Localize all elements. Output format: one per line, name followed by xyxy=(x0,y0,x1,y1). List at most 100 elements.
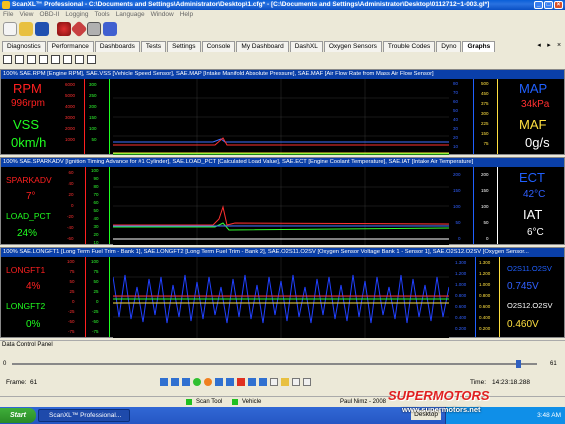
axis-tick-label: 75 xyxy=(93,269,99,274)
log-icon[interactable] xyxy=(103,22,117,36)
graph-add-icon[interactable] xyxy=(39,55,48,64)
loop-icon[interactable] xyxy=(248,378,256,386)
graph-properties-icon[interactable] xyxy=(87,55,96,64)
speed-icon[interactable] xyxy=(259,378,267,386)
axis-tick-label: 3000 xyxy=(65,115,76,120)
frame-slider-thumb[interactable] xyxy=(516,360,522,368)
tab-trouble-codes[interactable]: Trouble Codes xyxy=(382,41,436,52)
time-value: 14:23:18.288 xyxy=(492,379,530,386)
graph-3-plot[interactable] xyxy=(113,257,449,338)
frame-slider-track[interactable] xyxy=(12,363,537,365)
sparkadv-scale: 60 40 20 0 -20 -40 -60 xyxy=(67,167,74,244)
save-icon[interactable] xyxy=(35,22,49,36)
tab-close-icon[interactable]: × xyxy=(555,42,563,50)
app-icon xyxy=(2,1,10,9)
taskbar-item-scanxl[interactable]: ScanXL™ Professional... xyxy=(38,409,130,422)
ect-scale: 200 150 100 50 0 xyxy=(453,167,461,247)
graph-2-plot[interactable] xyxy=(113,167,449,245)
copy-icon[interactable] xyxy=(292,378,300,386)
graph-print-icon[interactable] xyxy=(27,55,36,64)
play-icon[interactable] xyxy=(193,378,201,386)
tab-scroll-right-icon[interactable]: ▸ xyxy=(545,42,553,50)
maximize-button[interactable]: □ xyxy=(544,1,553,9)
minimize-button[interactable]: _ xyxy=(534,1,543,9)
graph-pan-icon[interactable] xyxy=(75,55,84,64)
vss-scale: 300 250 200 150 100 50 xyxy=(89,79,97,145)
close-button[interactable]: × xyxy=(554,1,563,9)
axis-tick-label: 90 xyxy=(93,176,99,181)
rewind-icon[interactable] xyxy=(171,378,179,386)
tab-scroll-left-icon[interactable]: ◂ xyxy=(535,42,543,50)
step-forward-icon[interactable] xyxy=(215,378,223,386)
graph-open-icon[interactable] xyxy=(3,55,12,64)
menu-window[interactable]: Window xyxy=(151,10,174,20)
longft2-scale: 100 75 50 25 0 -25 -50 -75 xyxy=(91,257,99,337)
vss-value: 0km/h xyxy=(11,135,47,150)
axis-tick-label: 1.300 xyxy=(455,260,467,265)
info-icon[interactable] xyxy=(303,378,311,386)
axis-tick-label: 0.600 xyxy=(479,304,491,309)
axis-tick-label: 40 xyxy=(68,181,74,186)
axis-tick-label: 0 xyxy=(72,299,75,304)
tab-dashxl[interactable]: DashXL xyxy=(289,41,323,52)
axis-tick-label: -60 xyxy=(67,236,74,241)
stop-icon[interactable] xyxy=(237,378,245,386)
menu-language[interactable]: Language xyxy=(116,10,145,20)
axis-tick-label: 50 xyxy=(453,108,459,113)
menu-logging[interactable]: Logging xyxy=(65,10,88,20)
tab-diagnostics[interactable]: Diagnostics xyxy=(2,41,46,52)
axis-tick-label: 0 xyxy=(458,236,461,241)
axis-tick-label: 20 xyxy=(93,232,99,237)
axis-tick-label: -75 xyxy=(68,329,75,334)
connect-icon[interactable] xyxy=(57,22,71,36)
rpm-label: RPM xyxy=(13,81,42,96)
axis-tick-label: 0.400 xyxy=(479,315,491,320)
graph-remove-icon[interactable] xyxy=(51,55,60,64)
tab-dyno[interactable]: Dyno xyxy=(436,41,462,52)
export-icon[interactable] xyxy=(270,378,278,386)
graph-zoom-icon[interactable] xyxy=(63,55,72,64)
axis-tick-label: 70 xyxy=(93,192,99,197)
start-button[interactable]: Start xyxy=(0,408,36,423)
o2s11-label: O2S11.O2SV xyxy=(507,264,552,273)
last-frame-icon[interactable] xyxy=(226,378,234,386)
folder-icon[interactable] xyxy=(281,378,289,386)
menu-view[interactable]: View xyxy=(19,10,33,20)
tab-dashboards[interactable]: Dashboards xyxy=(94,41,140,52)
tab-oxygen-sensors[interactable]: Oxygen Sensors xyxy=(323,41,382,52)
menu-help[interactable]: Help xyxy=(180,10,193,20)
record-icon[interactable] xyxy=(204,378,212,386)
disconnect-icon[interactable] xyxy=(70,20,88,38)
time-label: Time: xyxy=(470,379,487,386)
slider-end-label: 61 xyxy=(550,361,557,367)
longft1-value: 4% xyxy=(26,281,41,292)
menu-file[interactable]: File xyxy=(3,10,13,20)
tab-tests[interactable]: Tests xyxy=(140,41,167,52)
graph-save-icon[interactable] xyxy=(15,55,24,64)
axis-tick-label: 25 xyxy=(69,289,75,294)
status-user: Paul Nimz - 2008 xyxy=(340,399,387,405)
tab-my-dashboard[interactable]: My Dashboard xyxy=(236,41,289,52)
axis-tick-label: 0.600 xyxy=(455,304,467,309)
menu-tools[interactable]: Tools xyxy=(94,10,109,20)
title-bar: ScanXL™ Professional - C:\Documents and … xyxy=(0,0,565,10)
menu-obd-ii[interactable]: OBD-II xyxy=(39,10,59,20)
open-folder-icon[interactable] xyxy=(19,22,33,36)
ect-value: 42°C xyxy=(523,189,546,200)
settings-icon[interactable] xyxy=(87,22,101,36)
tab-console[interactable]: Console xyxy=(201,41,236,52)
tab-performance[interactable]: Performance xyxy=(46,41,94,52)
axis-tick-label: 100 xyxy=(91,168,99,173)
tab-settings[interactable]: Settings xyxy=(167,41,201,52)
axis-tick-label: 80 xyxy=(453,81,459,86)
step-back-icon[interactable] xyxy=(182,378,190,386)
vss-label: VSS xyxy=(13,117,40,132)
graph-1-plot[interactable] xyxy=(113,79,449,155)
new-file-icon[interactable] xyxy=(3,22,17,36)
axis-tick-label: 250 xyxy=(89,93,97,98)
graph-panel-3: 100% SAE.LONGFT1 [Long Term Fuel Trim - … xyxy=(0,247,565,338)
graph-header: 100% SAE.SPARKADV [Ignition Timing Advan… xyxy=(1,158,564,167)
first-frame-icon[interactable] xyxy=(160,378,168,386)
tab-graphs[interactable]: Graphs xyxy=(462,41,496,52)
data-control-panel-title: Data Control Panel xyxy=(0,340,565,349)
